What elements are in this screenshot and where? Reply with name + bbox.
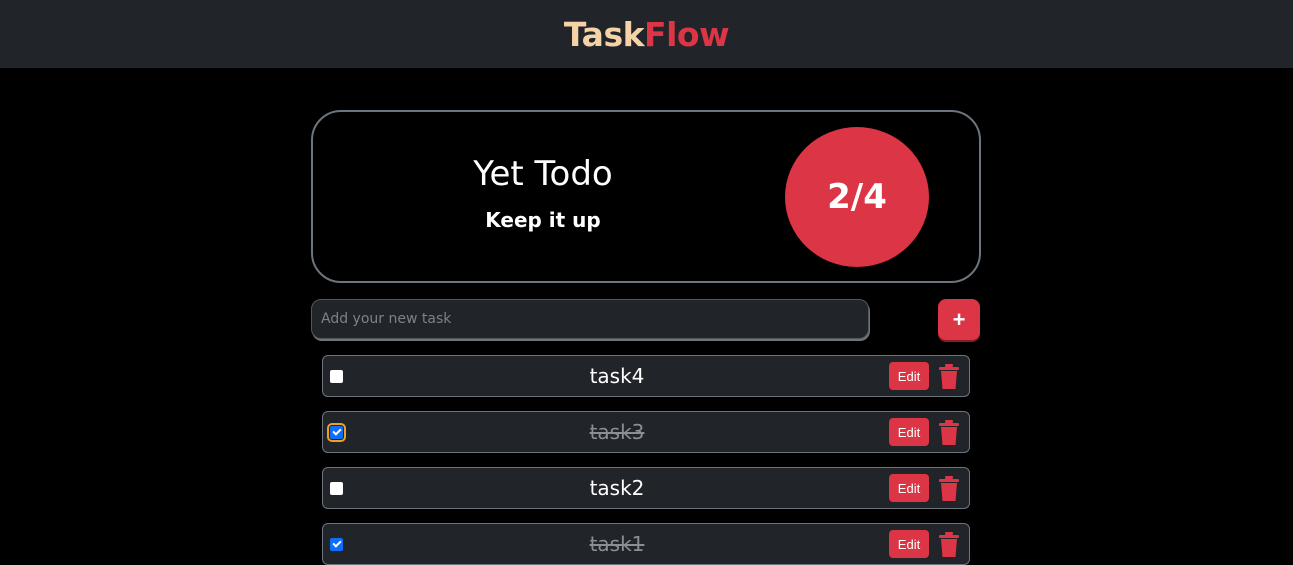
summary-card: Yet Todo Keep it up 2/4: [311, 110, 981, 283]
edit-button[interactable]: Edit: [889, 418, 929, 446]
task-name: task1: [589, 532, 645, 556]
summary-subtitle: Keep it up: [485, 208, 601, 232]
task-row: task3 Edit: [322, 411, 970, 453]
task-row: task4 Edit: [322, 355, 970, 397]
trash-icon[interactable]: [937, 364, 961, 390]
add-task-button[interactable]: +: [938, 299, 980, 340]
task-name: task3: [589, 420, 645, 444]
task-name: task4: [589, 364, 645, 388]
brand-logo[interactable]: TaskFlow: [563, 14, 730, 54]
summary-title: Yet Todo: [473, 154, 613, 194]
new-task-input[interactable]: [311, 299, 869, 339]
trash-icon[interactable]: [937, 420, 961, 446]
edit-button[interactable]: Edit: [889, 530, 929, 558]
task-row: task2 Edit: [322, 467, 970, 509]
edit-button[interactable]: Edit: [889, 362, 929, 390]
task-name: task2: [589, 476, 645, 500]
trash-icon[interactable]: [937, 532, 961, 558]
progress-counter: 2/4: [785, 127, 929, 267]
brand-part-task: Task: [563, 14, 645, 54]
task-row: task1 Edit: [322, 523, 970, 565]
navbar: TaskFlow: [0, 0, 1293, 68]
task-checkbox[interactable]: [330, 538, 343, 551]
brand-part-flow: Flow: [644, 14, 730, 54]
task-checkbox[interactable]: [330, 370, 343, 383]
edit-button[interactable]: Edit: [889, 474, 929, 502]
task-checkbox[interactable]: [330, 482, 343, 495]
task-checkbox[interactable]: [327, 423, 346, 442]
trash-icon[interactable]: [937, 476, 961, 502]
